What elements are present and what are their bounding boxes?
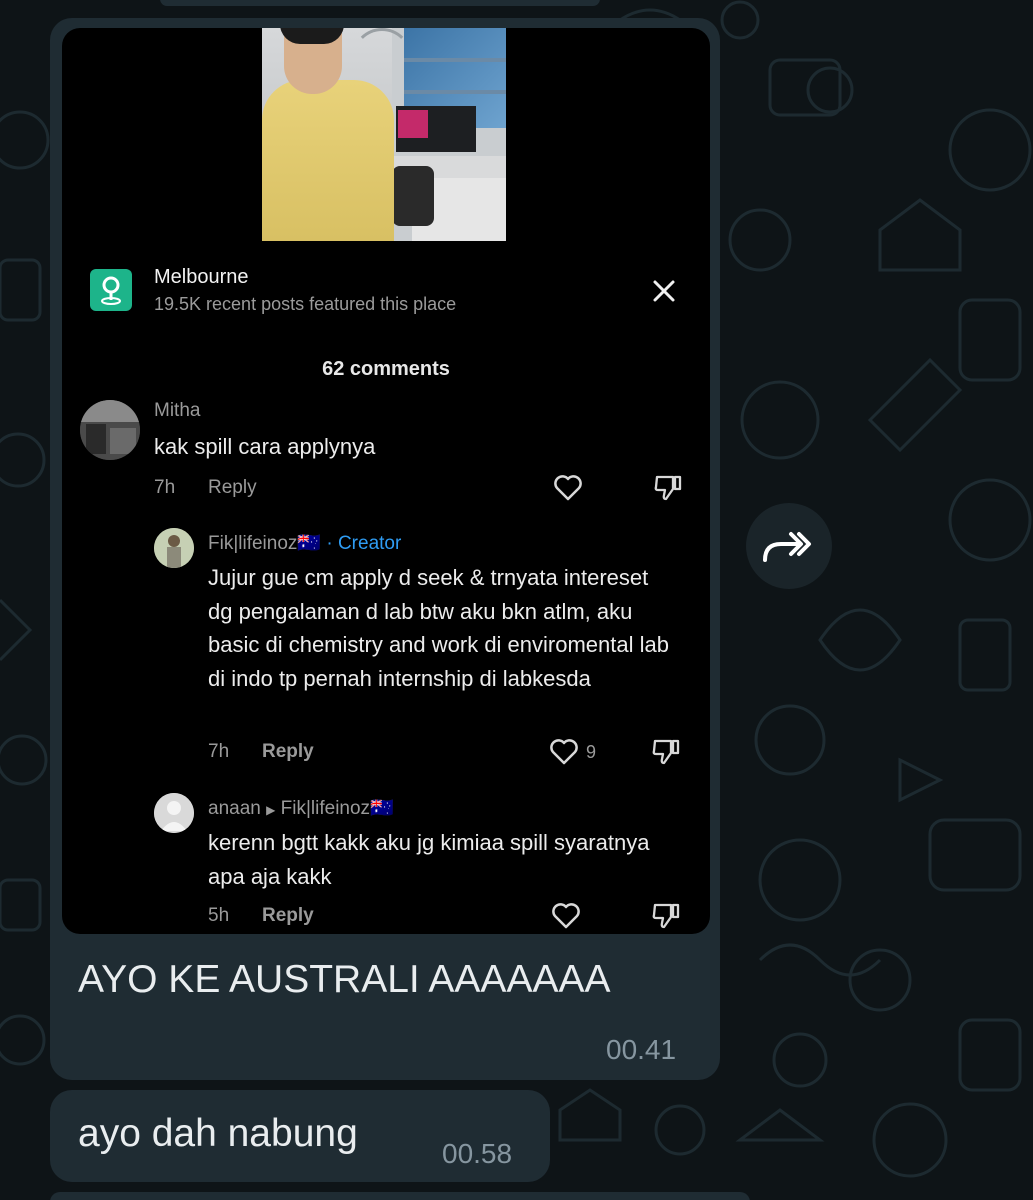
- location-name: Melbourne: [154, 266, 249, 288]
- comments-count: 62 comments: [322, 358, 450, 380]
- comment-text: Jujur gue cm apply d seek & trnyata inte…: [208, 565, 669, 691]
- reply-button[interactable]: Reply: [262, 905, 314, 927]
- shared-screenshot[interactable]: Melbourne 19.5K recent posts featured th…: [62, 28, 710, 934]
- avatar[interactable]: [80, 400, 140, 460]
- comment-age: 7h: [208, 741, 230, 762]
- message-time: 00.58: [442, 1138, 513, 1169]
- dislike-icon[interactable]: [650, 900, 682, 932]
- forward-icon[interactable]: [746, 503, 832, 589]
- creator-badge: · Creator: [326, 533, 402, 554]
- heart-icon[interactable]: [552, 472, 584, 504]
- comment-age: 7h: [154, 477, 176, 498]
- avatar[interactable]: [154, 793, 194, 833]
- author-name: Fik|lifeinoz🇦🇺: [208, 533, 322, 554]
- author-name: anaan: [208, 798, 261, 819]
- location-row[interactable]: Melbourne 19.5K recent posts featured th…: [90, 266, 690, 326]
- comment-text: kerenn bgtt kakk aku jg kimiaa spill sya…: [208, 830, 650, 889]
- dislike-icon[interactable]: [650, 736, 682, 768]
- message-caption: AYO KE AUSTRALI AAAAAAA: [78, 958, 611, 1001]
- comment-author[interactable]: Mitha: [154, 400, 200, 422]
- message-bubble-image[interactable]: Melbourne 19.5K recent posts featured th…: [50, 18, 720, 1080]
- heart-icon[interactable]: [548, 736, 580, 768]
- reply-arrow-icon: ▶: [266, 803, 276, 817]
- comment-age: 5h: [208, 905, 230, 926]
- location-subtitle: 19.5K recent posts featured this place: [154, 294, 457, 314]
- comment-text: kak spill cara applynya: [154, 434, 376, 459]
- comment-author[interactable]: anaan ▶ Fik|lifeinoz🇦🇺: [208, 796, 394, 820]
- reply-button[interactable]: Reply: [208, 477, 257, 499]
- reply-button[interactable]: Reply: [262, 741, 314, 763]
- heart-icon[interactable]: [550, 900, 582, 932]
- avatar[interactable]: [154, 528, 194, 568]
- message-time: 00.41: [606, 1034, 677, 1065]
- comment-author[interactable]: Fik|lifeinoz🇦🇺 · Creator: [208, 531, 401, 555]
- reply-to-name: Fik|lifeinoz🇦🇺: [280, 798, 394, 819]
- message-bubble-text[interactable]: ayo dah nabung 00.58: [50, 1090, 550, 1182]
- video-thumbnail[interactable]: [262, 28, 506, 241]
- next-message-edge: [50, 1192, 750, 1200]
- message-text: ayo dah nabung: [78, 1112, 358, 1155]
- close-icon[interactable]: [647, 274, 681, 308]
- like-count: 9: [586, 742, 597, 762]
- map-pin-icon: [90, 269, 132, 311]
- dislike-icon[interactable]: [652, 472, 684, 504]
- previous-message-edge: [160, 0, 600, 6]
